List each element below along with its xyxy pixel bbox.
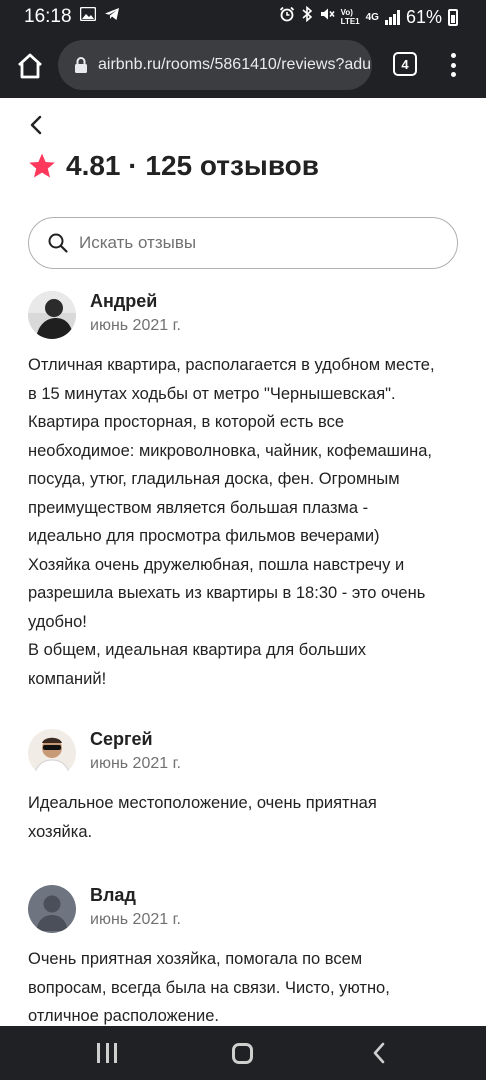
volte-indicator: Vo) LTE1 [341, 8, 360, 26]
address-bar[interactable]: airbnb.ru/rooms/5861410/reviews?adult [58, 40, 372, 90]
status-bar: 16:18 Vo) LTE1 4G 61% [0, 0, 486, 34]
home-icon [18, 53, 42, 79]
avatar[interactable] [28, 885, 76, 933]
search-input[interactable] [79, 233, 419, 253]
bluetooth-icon [301, 5, 313, 28]
review-item: Сергей июнь 2021 г. Идеальное местополож… [28, 729, 458, 849]
more-vert-icon [450, 53, 456, 58]
avatar[interactable] [28, 291, 76, 339]
review-text: Отличная квартира, располагается в удобн… [28, 356, 435, 688]
review-date: июнь 2021 г. [90, 911, 181, 928]
mute-icon [319, 6, 335, 28]
signal-icon [384, 9, 400, 25]
system-nav-bar [0, 1026, 486, 1080]
avatar[interactable] [28, 729, 76, 777]
lock-icon [75, 57, 87, 73]
url-text: airbnb.ru/rooms/5861410/reviews?adult [98, 56, 372, 73]
tab-switcher-button[interactable]: 4 [393, 52, 417, 76]
review-date: июнь 2021 г. [90, 755, 181, 772]
review-item: Влад июнь 2021 г. Очень приятная хозяйка… [28, 885, 458, 1026]
reviewer-name[interactable]: Андрей [90, 291, 157, 312]
back-button[interactable] [26, 114, 48, 136]
rating-summary: 4.81 · 125 отзывов [66, 150, 319, 181]
reviewer-name[interactable]: Сергей [90, 729, 153, 750]
alarm-icon [279, 6, 295, 28]
browser-toolbar: airbnb.ru/rooms/5861410/reviews?adult 4 [0, 34, 486, 98]
review-text: Идеальное местоположение, очень приятная… [28, 794, 377, 841]
review-text: Очень приятная хозяйка, помогала по всем… [28, 950, 390, 1025]
review-date: июнь 2021 г. [90, 317, 181, 334]
reviews-page: 4.81 · 125 отзывов Андрей июнь 2021 г. О… [0, 98, 486, 1026]
home-button[interactable] [14, 50, 46, 82]
battery-icon [448, 8, 458, 26]
volte-label: Vo) [340, 8, 353, 17]
nav-home-button[interactable] [232, 1043, 253, 1064]
rating-header: 4.81 · 125 отзывов [28, 150, 319, 182]
search-box[interactable] [28, 217, 458, 269]
network-type: 4G [365, 11, 379, 23]
nav-back-button[interactable] [371, 1042, 387, 1064]
status-time: 16:18 [24, 6, 72, 27]
status-bar-right: Vo) LTE1 4G 61% [279, 5, 458, 28]
search-icon [48, 233, 68, 253]
lte-label: LTE1 [340, 17, 360, 26]
back-arrow-icon [373, 1042, 385, 1064]
status-bar-left: 16:18 [24, 6, 120, 28]
telegram-icon [104, 7, 120, 27]
recent-apps-button[interactable] [97, 1043, 117, 1063]
battery-percent: 61% [405, 6, 442, 27]
review-item: Андрей июнь 2021 г. Отличная квартира, р… [28, 291, 458, 691]
reviewer-name[interactable]: Влад [90, 885, 136, 906]
browser-menu-button[interactable] [443, 50, 463, 80]
recent-apps-icon [97, 1043, 100, 1063]
gallery-icon [79, 6, 96, 27]
chevron-left-icon [30, 115, 42, 135]
star-icon [29, 153, 55, 178]
